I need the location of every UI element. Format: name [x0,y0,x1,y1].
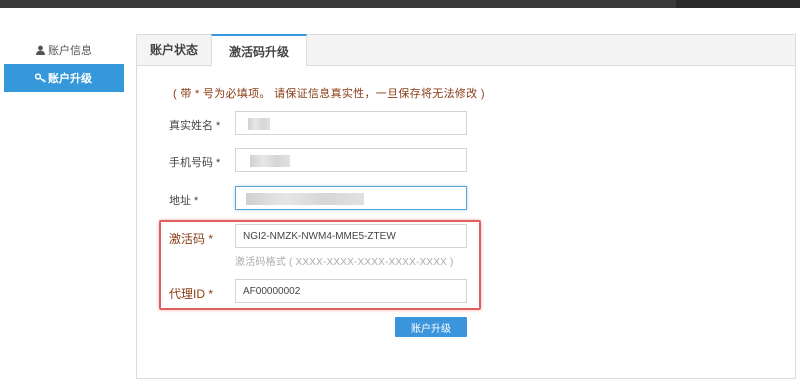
sidebar-item-label: 账户升级 [48,73,92,85]
top-bar-right [676,0,800,8]
redacted-mask [246,193,364,205]
address-field[interactable] [235,186,467,210]
real-name-label: 真实姓名 * [169,120,221,132]
tab-bar: 账户状态 激活码升级 [137,34,795,66]
key-icon [33,73,47,83]
phone-field[interactable] [235,148,467,172]
sidebar: 账户信息 账户升级 [4,36,124,92]
phone-label: 手机号码 * [169,157,221,169]
agent-id-value: AF00000002 [243,285,301,297]
main-panel: 账户状态 激活码升级 ( 带 * 号为必填项。 请保证信息真实性，一旦保存将无法… [136,34,796,379]
sidebar-item-account-info[interactable]: 账户信息 [4,36,124,64]
real-name-field[interactable] [235,111,467,135]
activation-code-label: 激活码 * [169,232,214,246]
activation-code-value: NGI2-NMZK-NWM4-MME5-ZTEW [243,230,396,242]
sidebar-item-account-upgrade[interactable]: 账户升级 [4,64,124,92]
tab-activation-upgrade[interactable]: 激活码升级 [211,34,308,66]
form-notice: ( 带 * 号为必填项。 请保证信息真实性，一旦保存将无法修改 ) [173,88,485,100]
activation-code-hint: 激活码格式 ( XXXX-XXXX-XXXX-XXXX-XXXX ) [235,257,454,268]
top-bar [0,0,800,8]
redacted-mask [250,155,290,167]
tab-account-status[interactable]: 账户状态 [137,34,211,65]
agent-id-label: 代理ID * [169,287,214,301]
redacted-mask [248,118,270,130]
address-label: 地址 * [169,195,199,207]
sidebar-item-label: 账户信息 [48,45,92,57]
activation-code-field[interactable]: NGI2-NMZK-NWM4-MME5-ZTEW [235,224,467,248]
account-upgrade-button[interactable]: 账户升级 [395,317,467,337]
agent-id-field[interactable]: AF00000002 [235,279,467,303]
user-icon [33,45,47,55]
